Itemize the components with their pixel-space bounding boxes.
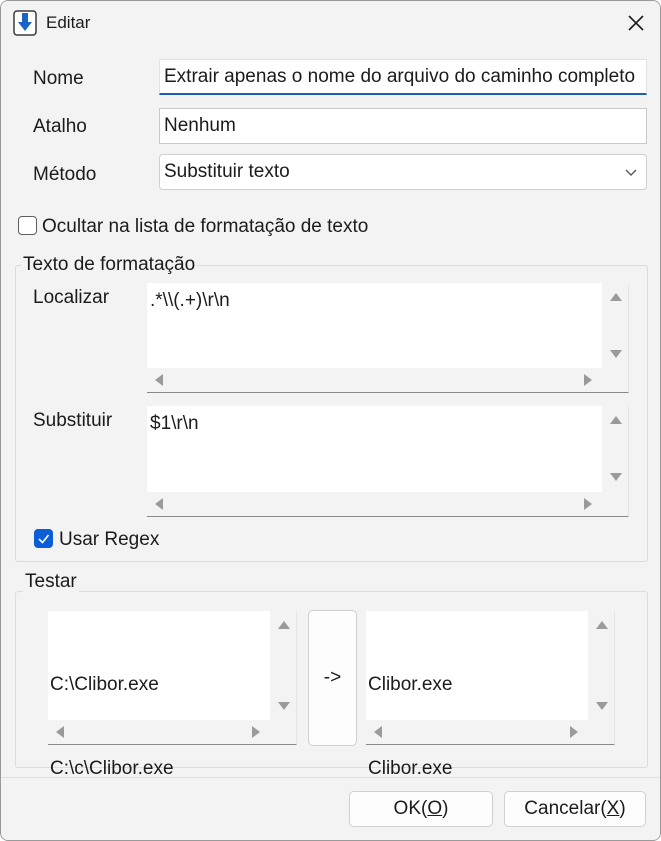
test-output-line: Clibor.exe xyxy=(368,674,453,695)
name-label: Nome xyxy=(33,68,84,89)
hide-checkbox[interactable] xyxy=(18,216,37,235)
cancel-button-accesskey: X xyxy=(606,798,620,819)
scroll-right-icon[interactable] xyxy=(252,726,260,738)
scroll-up-icon[interactable] xyxy=(610,416,622,424)
regex-checkbox-label[interactable]: Usar Regex xyxy=(59,529,159,551)
cancel-button-suffix: ) xyxy=(619,798,626,819)
chevron-down-icon xyxy=(625,169,637,176)
ok-button-suffix: ) xyxy=(442,798,449,819)
ok-button-accesskey: O xyxy=(427,798,443,819)
test-group-title: Testar xyxy=(23,571,79,593)
download-arrow-icon xyxy=(13,10,37,36)
format-group-title: Texto de formatação xyxy=(21,254,198,276)
check-icon xyxy=(38,534,50,544)
test-input-textarea[interactable]: C:\Clibor.exe C:\c\Clibor.exe xyxy=(48,611,297,779)
dialog-footer: OK(O) Cancelar(X) xyxy=(1,777,660,840)
replace-textarea-value: $1\r\n xyxy=(150,413,199,434)
scroll-left-icon[interactable] xyxy=(155,374,163,386)
shortcut-input[interactable]: Nenhum xyxy=(159,108,647,144)
cancel-button-prefix: Cancelar( xyxy=(524,798,607,819)
scroll-right-icon[interactable] xyxy=(584,498,592,510)
replace-label: Substituir xyxy=(33,410,113,431)
edit-dialog: Editar Nome Extrair apenas o nome do arq… xyxy=(0,0,661,841)
regex-checkbox[interactable] xyxy=(34,529,53,548)
find-horizontal-scrollbar[interactable] xyxy=(147,368,603,392)
ok-button-prefix: OK( xyxy=(393,798,428,819)
scroll-corner xyxy=(270,720,296,744)
scroll-corner xyxy=(588,720,614,744)
find-label: Localizar xyxy=(33,287,110,308)
hide-checkbox-label[interactable]: Ocultar na lista de formatação de texto xyxy=(42,216,368,238)
scroll-down-icon[interactable] xyxy=(610,473,622,481)
window-title: Editar xyxy=(46,13,91,32)
test-input-line: C:\Clibor.exe xyxy=(50,674,159,695)
test-output-vertical-scrollbar[interactable] xyxy=(588,611,614,721)
scroll-left-icon[interactable] xyxy=(56,726,64,738)
test-input-vertical-scrollbar[interactable] xyxy=(270,611,296,721)
method-select[interactable]: Substituir texto xyxy=(159,154,647,190)
scroll-left-icon[interactable] xyxy=(374,726,382,738)
replace-vertical-scrollbar[interactable] xyxy=(602,406,628,492)
find-vertical-scrollbar[interactable] xyxy=(602,283,628,369)
scroll-down-icon[interactable] xyxy=(610,350,622,358)
method-select-value: Substituir texto xyxy=(164,161,290,182)
title-bar: Editar xyxy=(1,1,660,45)
replace-horizontal-scrollbar[interactable] xyxy=(147,492,603,516)
name-input[interactable]: Extrair apenas o nome do arquivo do cami… xyxy=(159,59,647,95)
scroll-down-icon[interactable] xyxy=(596,702,608,710)
shortcut-input-value: Nenhum xyxy=(164,115,236,136)
scroll-left-icon[interactable] xyxy=(155,498,163,510)
test-output-textarea[interactable]: Clibor.exe Clibor.exe xyxy=(366,611,615,779)
test-input-horizontal-scrollbar[interactable] xyxy=(48,720,271,744)
find-textarea[interactable]: .*\\(.+)\r\n xyxy=(147,283,629,393)
close-icon xyxy=(628,15,644,31)
find-textarea-value: .*\\(.+)\r\n xyxy=(150,290,230,311)
close-button[interactable] xyxy=(611,1,660,45)
shortcut-label: Atalho xyxy=(33,116,87,137)
method-label: Método xyxy=(33,164,97,185)
run-test-button[interactable]: -> xyxy=(308,610,357,746)
scroll-corner xyxy=(602,368,628,392)
cancel-button[interactable]: Cancelar(X) xyxy=(504,791,646,827)
scroll-right-icon[interactable] xyxy=(570,726,578,738)
replace-textarea[interactable]: $1\r\n xyxy=(147,406,629,517)
ok-button[interactable]: OK(O) xyxy=(349,791,493,827)
scroll-down-icon[interactable] xyxy=(278,702,290,710)
scroll-right-icon[interactable] xyxy=(584,374,592,386)
scroll-corner xyxy=(602,492,628,516)
scroll-up-icon[interactable] xyxy=(610,293,622,301)
scroll-up-icon[interactable] xyxy=(596,621,608,629)
name-input-value: Extrair apenas o nome do arquivo do cami… xyxy=(164,65,636,87)
test-output-horizontal-scrollbar[interactable] xyxy=(366,720,589,744)
scroll-up-icon[interactable] xyxy=(278,621,290,629)
